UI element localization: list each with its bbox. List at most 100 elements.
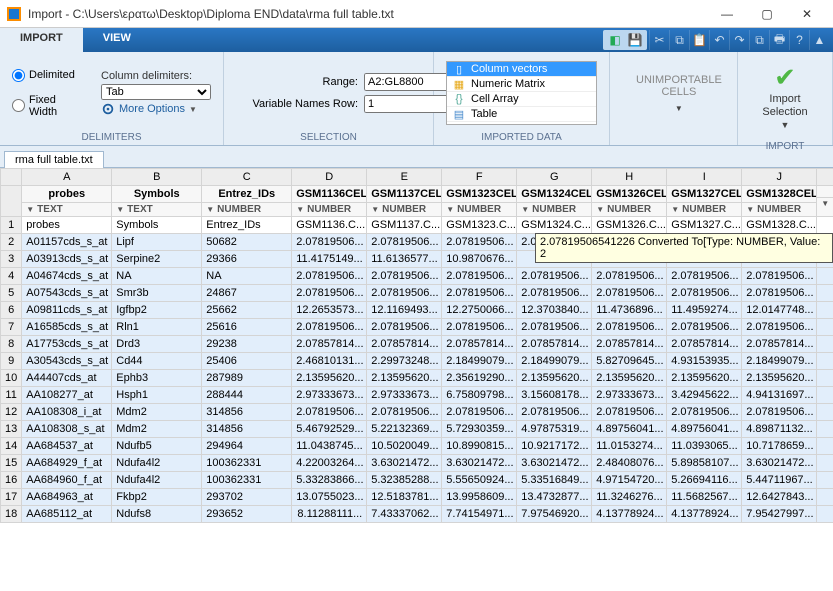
- cell[interactable]: 2.29973248...: [367, 353, 442, 370]
- row-number[interactable]: 18: [1, 506, 22, 523]
- cell[interactable]: 2.07819506...: [592, 268, 667, 285]
- cell[interactable]: 2.07819506...: [292, 268, 367, 285]
- cell[interactable]: 2.07: [817, 234, 833, 251]
- radio-fixed-input[interactable]: [12, 99, 25, 112]
- cell[interactable]: 3.63021472...: [442, 455, 517, 472]
- cell[interactable]: 2.07819506...: [517, 319, 592, 336]
- cell[interactable]: AA685112_at: [22, 506, 112, 523]
- row-number[interactable]: 13: [1, 421, 22, 438]
- cell[interactable]: 2.13595620...: [667, 370, 742, 387]
- col-letter[interactable]: E: [367, 169, 442, 186]
- cell[interactable]: 2.07819506...: [442, 404, 517, 421]
- cell[interactable]: 2.07819506...: [292, 234, 367, 251]
- row-number[interactable]: 9: [1, 353, 22, 370]
- cell[interactable]: GSM1327.C...: [667, 217, 742, 234]
- cell[interactable]: 29238: [202, 336, 292, 353]
- cell[interactable]: 294964: [202, 438, 292, 455]
- col-letter[interactable]: F: [442, 169, 517, 186]
- cell[interactable]: 2.07819506...: [667, 234, 742, 251]
- cell[interactable]: 5.33283866...: [292, 472, 367, 489]
- cell[interactable]: 5.33516849...: [517, 472, 592, 489]
- cell[interactable]: GSM1326.C...: [592, 217, 667, 234]
- cell[interactable]: 100362331: [202, 472, 292, 489]
- cell[interactable]: 12.2653573...: [292, 302, 367, 319]
- cell[interactable]: 2.07819506...: [442, 285, 517, 302]
- cell[interactable]: 12.6: [817, 302, 833, 319]
- var-header[interactable]: Symbols▼TEXT: [112, 186, 202, 217]
- cell[interactable]: 2.97: [817, 387, 833, 404]
- cell[interactable]: 4.13778924...: [667, 506, 742, 523]
- help-icon[interactable]: ?: [789, 30, 809, 50]
- cell[interactable]: 10.7178659...: [742, 438, 817, 455]
- cell[interactable]: Lipf: [112, 234, 202, 251]
- cell[interactable]: 2.07: [817, 336, 833, 353]
- output-type-list[interactable]: ▯Column vectors ▦Numeric Matrix {}Cell A…: [446, 61, 597, 125]
- cell[interactable]: 11.0: [817, 438, 833, 455]
- cell[interactable]: 4.93: [817, 353, 833, 370]
- cell[interactable]: 11.4959274...: [667, 302, 742, 319]
- output-column-vectors[interactable]: ▯Column vectors: [447, 62, 596, 77]
- cell[interactable]: 12.9: [817, 489, 833, 506]
- paste-icon[interactable]: 📋: [689, 30, 709, 50]
- cell[interactable]: 3.63021472...: [742, 455, 817, 472]
- redo-icon[interactable]: ↷: [729, 30, 749, 50]
- cell[interactable]: 11.4736896...: [592, 302, 667, 319]
- cell[interactable]: 4.94131697...: [742, 387, 817, 404]
- cell[interactable]: AA108308_i_at: [22, 404, 112, 421]
- cell[interactable]: 7.95427997...: [742, 506, 817, 523]
- var-header[interactable]: Entrez_IDs▼NUMBER: [202, 186, 292, 217]
- import-selection-button[interactable]: ✔ ImportSelection ▼: [750, 56, 820, 139]
- print-icon[interactable]: 🖶: [769, 30, 789, 50]
- cell[interactable]: Igfbp2: [112, 302, 202, 319]
- cell[interactable]: 4.93153935...: [667, 353, 742, 370]
- cell[interactable]: A03913cds_s_at: [22, 251, 112, 268]
- cell[interactable]: 12.0147748...: [742, 302, 817, 319]
- cell[interactable]: 2.07819506...: [292, 404, 367, 421]
- cell[interactable]: 11.6136577...: [367, 251, 442, 268]
- cell[interactable]: 7.81: [817, 506, 833, 523]
- cell[interactable]: 12.2750066...: [442, 302, 517, 319]
- cell[interactable]: 293702: [202, 489, 292, 506]
- cell[interactable]: 8.11288111...: [292, 506, 367, 523]
- cell[interactable]: 2.97333673...: [367, 387, 442, 404]
- cell[interactable]: A09811cds_s_at: [22, 302, 112, 319]
- copy-icon[interactable]: ⧉: [669, 30, 689, 50]
- var-header[interactable]: GSM1136CEL▼NUMBER: [292, 186, 367, 217]
- cell[interactable]: 5.44: [817, 472, 833, 489]
- cell[interactable]: GSM1137.C...: [367, 217, 442, 234]
- cell[interactable]: AA684929_f_at: [22, 455, 112, 472]
- cell[interactable]: 2.68: [817, 370, 833, 387]
- col-letter[interactable]: [817, 169, 833, 186]
- cell[interactable]: 10.9217172...: [517, 438, 592, 455]
- cell[interactable]: AA684963_at: [22, 489, 112, 506]
- cell[interactable]: 2.07819506...: [292, 319, 367, 336]
- cell[interactable]: GSM1136.C...: [292, 217, 367, 234]
- cell[interactable]: 12.1169493...: [367, 302, 442, 319]
- cell[interactable]: AA108277_at: [22, 387, 112, 404]
- cell[interactable]: [817, 251, 833, 268]
- cell[interactable]: 288444: [202, 387, 292, 404]
- row-number[interactable]: 15: [1, 455, 22, 472]
- col-letter[interactable]: J: [742, 169, 817, 186]
- col-letter[interactable]: A: [22, 169, 112, 186]
- cell[interactable]: 6.75809798...: [442, 387, 517, 404]
- var-header[interactable]: probes▼TEXT: [22, 186, 112, 217]
- cell[interactable]: 10.5020049...: [367, 438, 442, 455]
- output-cell-array[interactable]: {}Cell Array: [447, 92, 596, 107]
- cell[interactable]: 11.3246276...: [592, 489, 667, 506]
- cell[interactable]: A30543cds_s_at: [22, 353, 112, 370]
- var-header[interactable]: GSM1323CEL▼NUMBER: [442, 186, 517, 217]
- cell[interactable]: 2.97333673...: [292, 387, 367, 404]
- cell[interactable]: 2.07: [817, 404, 833, 421]
- minimize-ribbon-icon[interactable]: ▲: [809, 30, 829, 50]
- cell[interactable]: 2.07819506...: [292, 285, 367, 302]
- radio-fixed-width[interactable]: Fixed Width: [12, 94, 87, 118]
- col-letter[interactable]: C: [202, 169, 292, 186]
- cell[interactable]: 2.07819506...: [442, 319, 517, 336]
- data-grid[interactable]: ABCDEFGHIJprobes▼TEXTSymbols▼TEXTEntrez_…: [0, 168, 833, 591]
- var-header[interactable]: GSM1137CEL▼NUMBER: [367, 186, 442, 217]
- cell[interactable]: Mdm2: [112, 421, 202, 438]
- output-numeric-matrix[interactable]: ▦Numeric Matrix: [447, 77, 596, 92]
- switch-windows-icon[interactable]: ⧉: [749, 30, 769, 50]
- cell[interactable]: 25616: [202, 319, 292, 336]
